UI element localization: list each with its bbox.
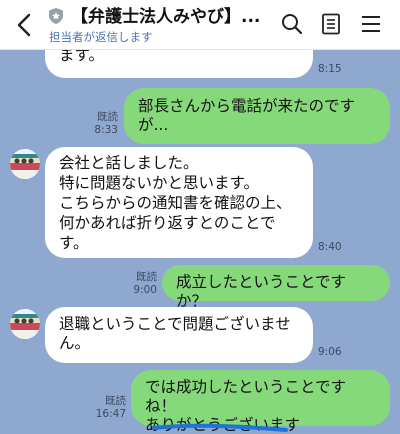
message-time: 9:00 [133,284,157,296]
message-time: 16:47 [95,408,126,420]
shield-icon [49,8,63,24]
incoming-message-bubble[interactable]: 退職ということで問題ございませ ん。 [45,307,313,363]
search-icon[interactable] [280,12,304,36]
avatar[interactable] [10,309,40,339]
menu-icon[interactable] [359,12,383,36]
chat-subtitle: 担当者が返信します [49,30,153,44]
back-arrow-icon[interactable] [14,12,36,38]
outgoing-message-bubble[interactable]: では成功したということですね！ ありがとうございます [131,370,390,434]
read-receipt: 既読 [105,395,126,407]
incoming-message-bubble[interactable]: 会社と話しました。 特に問題ないかと思います。 こちらからの通知書を確認の上、 … [45,147,313,258]
blue-scribble-mark [152,423,288,432]
read-receipt: 既読 [97,111,118,123]
chat-header: 【弁護士法人みやび】... 担当者が返信します [0,0,400,50]
avatar-image-icon [10,309,40,339]
message-time: 8:15 [318,63,342,75]
read-receipt: 既読 [136,271,157,283]
message-time: 8:33 [94,124,118,136]
message-time: 8:40 [318,241,342,253]
avatar[interactable] [10,149,40,179]
avatar-image-icon [10,149,40,179]
chat-title: 【弁護士法人みやび】... [71,7,261,27]
message-time: 9:06 [318,346,342,358]
outgoing-message-bubble[interactable]: 部長さんから電話が来たのです が... [124,88,390,144]
chat-area[interactable]: ます。 8:15 既読 8:33 部長さんから電話が来たのです が... 会社と… [0,24,400,434]
outgoing-message-bubble[interactable]: 成立したということですか？ [162,265,390,310]
notes-icon[interactable] [319,12,343,36]
